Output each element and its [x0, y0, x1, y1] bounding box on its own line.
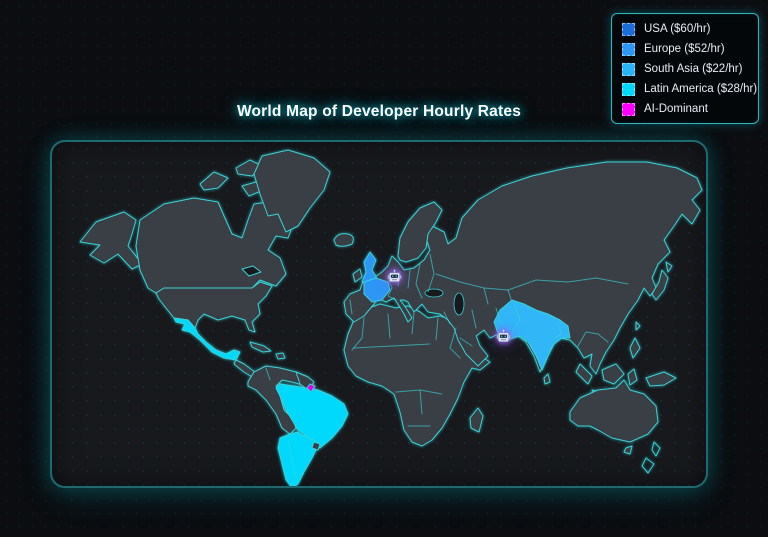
legend-item-europe[interactable]: Europe ($52/hr) [622, 42, 748, 56]
legend-swatch-europe [622, 43, 635, 56]
legend-item-ai-dominant[interactable]: AI-Dominant [622, 102, 748, 116]
legend-item-usa[interactable]: USA ($60/hr) [622, 22, 748, 36]
legend-label-south-asia: South Asia ($22/hr) [644, 63, 742, 75]
page-background: World Map of Developer Hourly Rates USA … [0, 0, 768, 537]
legend-swatch-south-asia [622, 63, 635, 76]
legend-label-ai-dominant: AI-Dominant [644, 103, 708, 115]
map-layer [80, 150, 702, 488]
legend-item-south-asia[interactable]: South Asia ($22/hr) [622, 62, 748, 76]
legend-swatch-latin-america [622, 83, 635, 96]
legend-label-latin-america: Latin America ($28/hr) [644, 83, 757, 95]
legend-item-latin-america[interactable]: Latin America ($28/hr) [622, 82, 748, 96]
world-map-panel [50, 140, 708, 488]
legend-swatch-ai-dominant [622, 103, 635, 116]
legend-swatch-usa [622, 23, 635, 36]
legend: USA ($60/hr) Europe ($52/hr) South Asia … [611, 13, 759, 124]
robot-icon-europe[interactable] [387, 269, 402, 284]
legend-label-europe: Europe ($52/hr) [644, 43, 725, 55]
chart-title: World Map of Developer Hourly Rates [50, 103, 708, 121]
world-map [52, 142, 708, 488]
robot-icon-india[interactable] [496, 329, 511, 344]
legend-label-usa: USA ($60/hr) [644, 23, 710, 35]
